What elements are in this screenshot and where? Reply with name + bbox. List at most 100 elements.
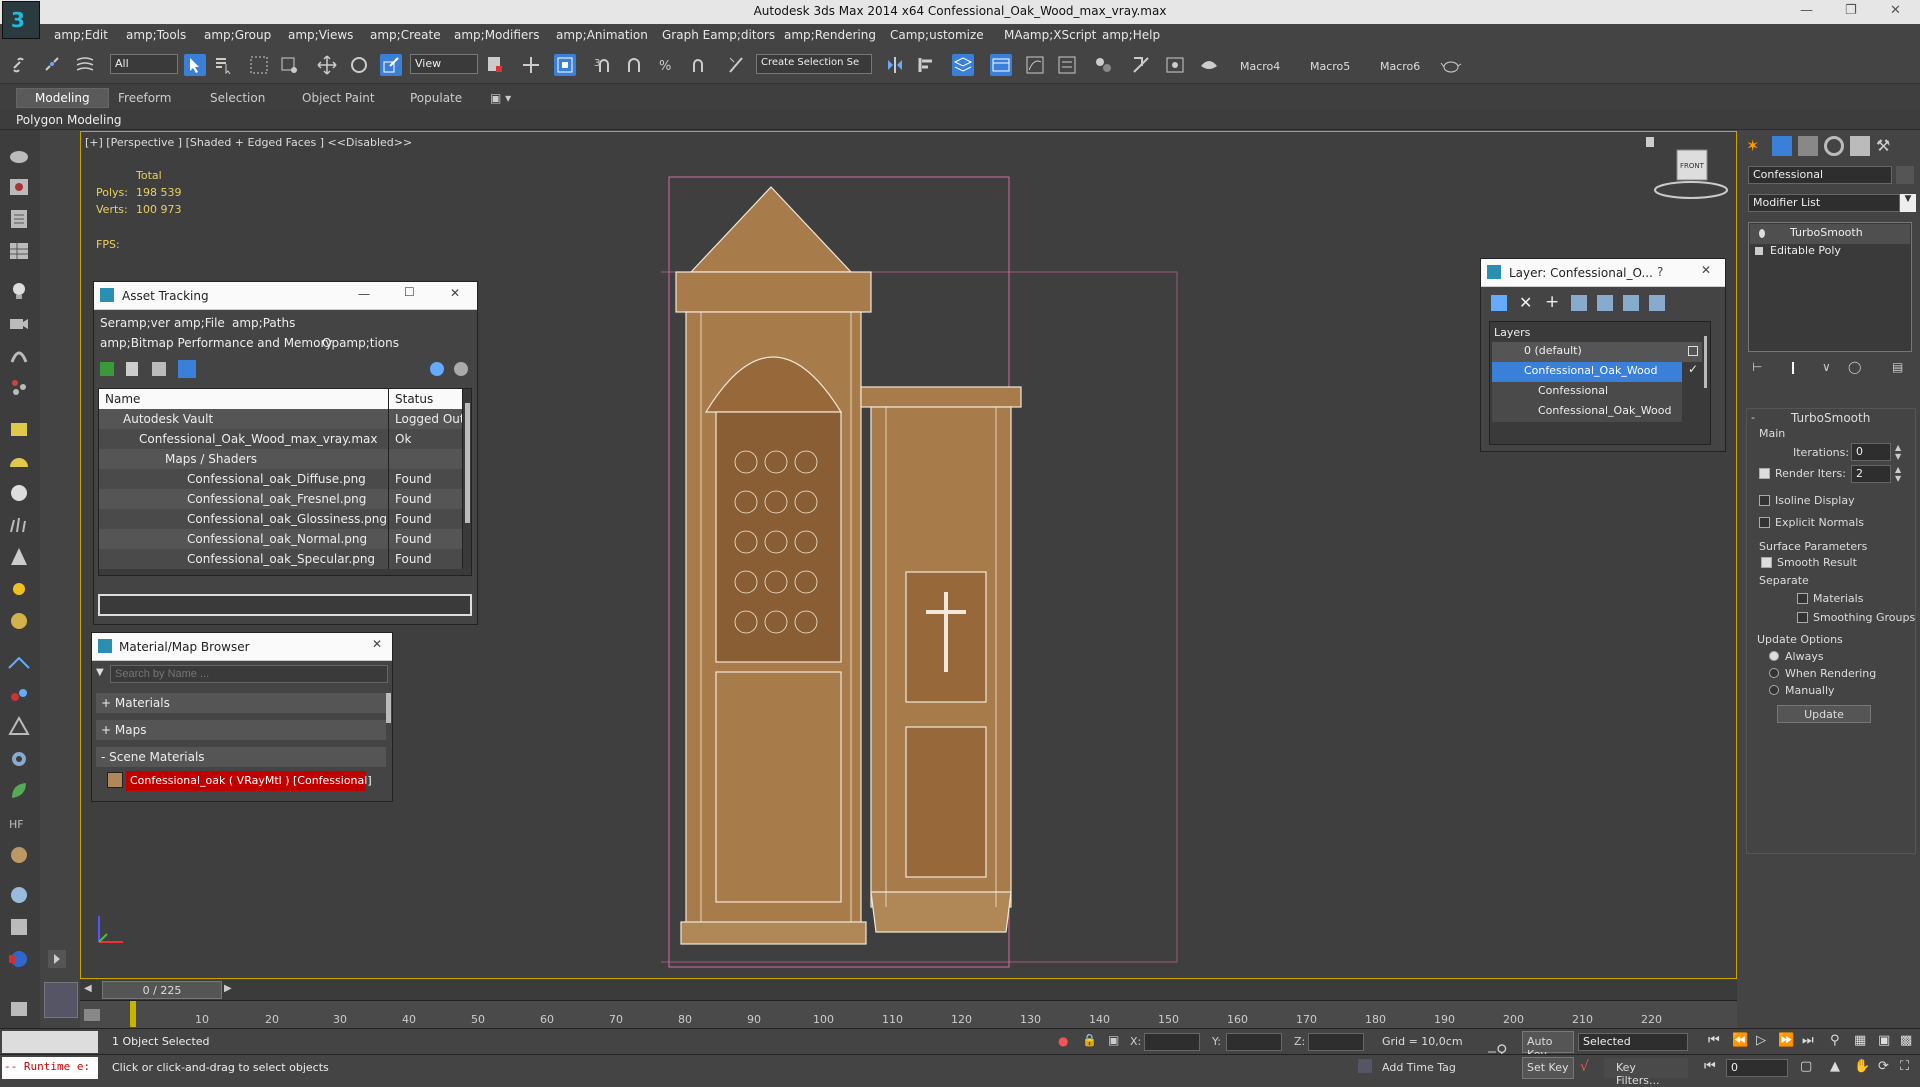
collapse-icon[interactable]: - [1751,411,1755,424]
bind-space-warp-icon[interactable] [74,54,96,76]
menu-tools[interactable]: amp;Tools [126,28,186,42]
layer-explorer-icon[interactable] [952,54,974,76]
link-icon[interactable] [10,54,32,76]
link-chain-icon[interactable] [6,682,32,708]
percent-snap-icon[interactable]: % [656,54,678,76]
mirror-icon[interactable] [884,54,906,76]
render-production-icon[interactable] [1198,54,1220,76]
minimize-button[interactable]: — [358,287,370,301]
time-slider-bar[interactable]: ◀ 0 / 225 ▶ [80,980,1737,1000]
tab-selection[interactable]: Selection [210,91,265,105]
select-by-name-icon[interactable] [212,54,234,76]
close-button[interactable]: ✕ [372,637,382,651]
maximize-button[interactable]: ☐ [404,285,415,299]
helper-icon[interactable] [6,342,32,368]
expand-icon[interactable] [1755,247,1763,255]
show-end-result-icon[interactable]: ❙ [1788,360,1798,374]
close-button[interactable]: ✕ [1701,263,1711,277]
set-key-button[interactable]: Set Key [1522,1057,1574,1079]
go-to-start-icon[interactable]: ⏮ [1708,1033,1720,1048]
current-layer-checkbox[interactable] [1688,346,1698,356]
go-to-end-icon[interactable]: ⏭ [1802,1033,1814,1048]
app-menu-button[interactable]: 3 [2,1,40,39]
sun-icon[interactable] [6,576,32,602]
video-post-icon[interactable] [6,946,32,972]
light-bulb-icon[interactable] [1759,229,1765,238]
menu-rendering[interactable]: amp;Rendering [784,28,876,42]
absolute-mode-icon[interactable]: ▣ [1108,1033,1119,1047]
pan-hand-icon[interactable]: ✋ [1854,1059,1870,1074]
vertical-scrollbar[interactable] [1704,336,1707,388]
object-color-swatch[interactable] [1896,166,1914,184]
hierarchy-tab-icon[interactable] [1798,136,1818,156]
spinner-arrows-icon[interactable]: ▲ ▼ [1895,465,1901,483]
unlink-icon[interactable] [42,54,64,76]
configure-sets-icon[interactable]: ▤ [1892,360,1903,374]
runtime-error-field[interactable]: -- Runtime e: [2,1057,98,1079]
select-objects-icon[interactable] [1571,295,1587,311]
modify-tab-icon[interactable] [1772,136,1792,156]
pin-stack-icon[interactable]: ⊢ [1752,360,1762,374]
scene-material-item[interactable]: Confessional_oak ( VRayMtl ) [Confession… [126,771,372,791]
scale-icon[interactable] [380,54,402,76]
table-row[interactable]: Confessional_oak_Diffuse.png Found [99,469,463,489]
schematic-view-icon[interactable] [1056,54,1078,76]
next-key-icon[interactable]: ⏩ [1778,1033,1794,1048]
dome-icon[interactable] [6,448,32,474]
ribbon-options-icon[interactable]: ▣ ▾ [490,91,511,105]
z-coordinate-field[interactable] [1308,1033,1364,1051]
menu-file[interactable]: amp;File [174,316,225,330]
maximize-toggle-icon[interactable]: ⛶ [1900,1059,1909,1074]
viewport-lock-icon[interactable] [1646,137,1654,147]
x-coordinate-field[interactable] [1144,1033,1200,1051]
selection-filter-dropdown[interactable]: All [110,54,178,74]
angle-snap-icon[interactable] [624,54,646,76]
previous-key-icon[interactable]: ⏪ [1732,1033,1748,1048]
menu-maxscript[interactable]: MAamp;XScript [1004,28,1096,42]
list-icon[interactable] [6,206,32,232]
plane-icon[interactable] [6,650,32,676]
maxscript-listener-mini[interactable] [2,1031,98,1053]
delete-layer-icon[interactable]: ✕ [1519,293,1532,312]
section-materials[interactable]: + Materials [96,693,386,713]
when-rendering-radio[interactable] [1769,668,1779,678]
display-tab-icon[interactable] [1850,136,1870,156]
rotate-icon[interactable] [348,54,370,76]
menu-customize[interactable]: Camp;ustomize [890,28,984,42]
key-mode-toggle-icon[interactable]: ⏮ [1704,1059,1716,1074]
table-view-icon[interactable] [178,360,196,378]
sphere-icon[interactable] [6,480,32,506]
macro6-button[interactable]: Macro6 [1380,60,1420,73]
move-icon[interactable] [316,54,338,76]
window-crossing-icon[interactable] [278,54,300,76]
rollout-title[interactable]: TurboSmooth [1791,411,1870,425]
field-of-view-icon[interactable]: ▲ [1830,1059,1840,1074]
iterations-spinner[interactable]: 0 [1851,443,1891,461]
explicit-normals-checkbox[interactable] [1759,517,1770,528]
menu-graph-editors[interactable]: Graph Eamp;ditors [662,28,775,42]
time-cursor[interactable] [130,1001,136,1027]
menu-bitmap-performance[interactable]: amp;Bitmap Performance and Memory [100,336,333,350]
pivot-center-icon[interactable] [484,54,506,76]
tree-view-icon[interactable] [152,362,166,376]
viewcube[interactable]: FRONT [1651,142,1731,202]
reference-coordinate-dropdown[interactable]: View [410,54,478,74]
orbit-icon[interactable]: ⟳ [1878,1059,1889,1074]
layer-object-confessional[interactable]: Confessional [1492,382,1682,402]
menu-paths[interactable]: amp;Paths [232,316,295,330]
hide-layers-icon[interactable] [1623,295,1639,311]
y-coordinate-field[interactable] [1226,1033,1282,1051]
stack-item-editable-poly[interactable]: Editable Poly [1750,242,1910,262]
select-manipulate-icon[interactable] [520,54,542,76]
lock-icon[interactable]: 🔒 [1082,1033,1097,1047]
asset-path-field[interactable] [98,594,472,616]
time-tag-icon[interactable] [1358,1059,1372,1073]
menu-create[interactable]: amp;Create [370,28,441,42]
minimize-button[interactable]: — [1800,3,1813,18]
context-help-icon[interactable] [454,362,468,376]
table-icon[interactable] [6,238,32,264]
tab-populate[interactable]: Populate [410,91,462,105]
maximize-viewport-icon[interactable]: ▩ [1900,1033,1912,1048]
stack-item-turbosmooth[interactable]: TurboSmooth [1750,224,1910,244]
rendered-frame-window-icon[interactable] [1164,54,1186,76]
